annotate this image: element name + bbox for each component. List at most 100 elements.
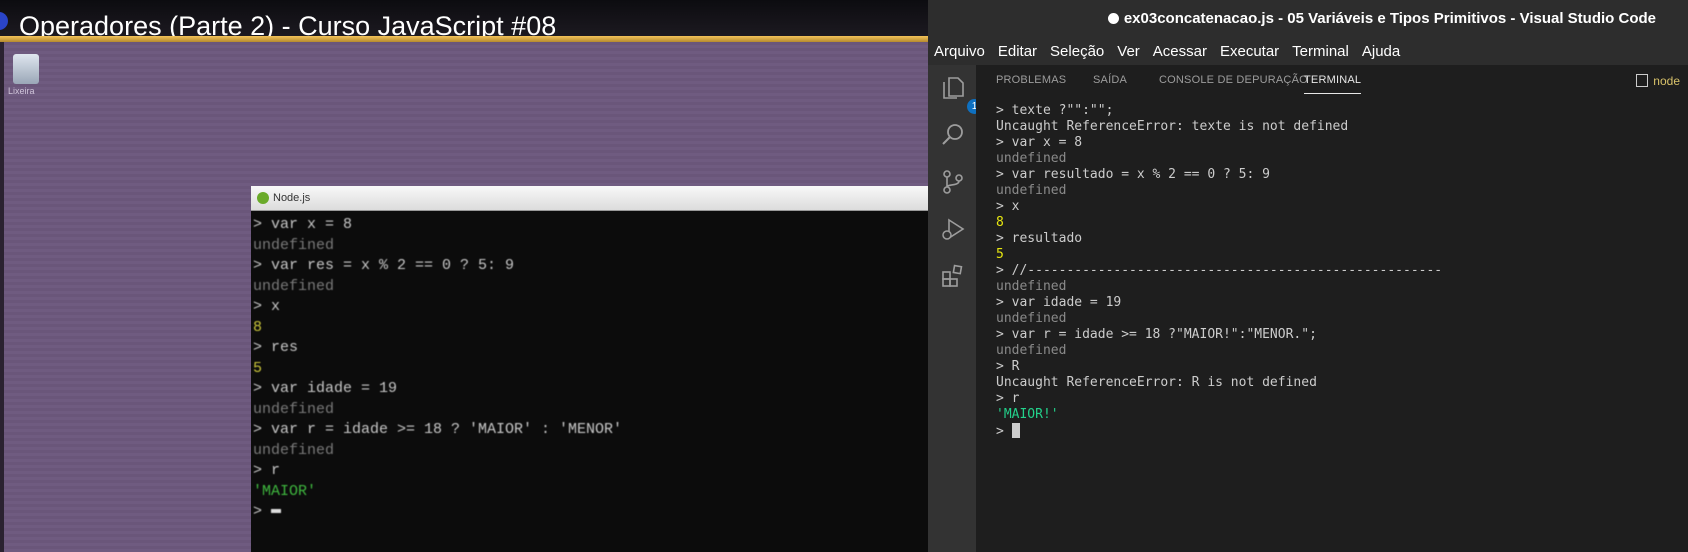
terminal-line: > texte ?"":""; [996, 103, 1442, 119]
terminal-output[interactable]: > texte ?"":""; Uncaught ReferenceError: … [996, 103, 1442, 439]
terminal-line: 5 [996, 247, 1442, 263]
recycle-bin-label: Lixeira [8, 86, 35, 96]
node-console-line-text: undefined [253, 441, 335, 459]
terminal-line: > [996, 423, 1442, 439]
files-icon[interactable]: 1 [940, 75, 982, 114]
terminal-line-text: > texte ?"":""; [996, 103, 1114, 118]
run-debug-icon[interactable] [940, 216, 966, 242]
terminal-line-text: > var idade = 19 [996, 295, 1122, 310]
terminal-line-text: Uncaught ReferenceError: R is not define… [996, 375, 1317, 390]
terminal-line-text: 8 [996, 215, 1004, 230]
node-console-line-text: > r [253, 462, 281, 479]
terminal-line: > var x = 8 [996, 135, 1442, 151]
terminal-line: > var r = idade >= 18 ?"MAIOR!":"MENOR."… [996, 327, 1442, 343]
terminal-line: > var resultado = x % 2 == 0 ? 5: 9 [996, 167, 1442, 183]
menu-ver[interactable]: Ver [1117, 43, 1140, 60]
node-console-window: Node.js > var x = 8 undefined > var res = … [251, 186, 928, 552]
node-console-line-text: undefined [253, 236, 335, 254]
vscode-titlebar: ex03concatenacao.js - 05 Variáveis e Tip… [928, 0, 1688, 38]
terminal-line: undefined [996, 311, 1442, 327]
terminal-line: > x [996, 199, 1442, 215]
unsaved-dot-icon [1107, 13, 1119, 24]
desktop-edge [0, 42, 4, 552]
terminal-line-text: > var x = 8 [996, 135, 1083, 150]
node-console-output: > var x = 8 undefined > var res = x % 2 ==… [251, 211, 928, 523]
activity-bar: 1 [928, 65, 982, 552]
node-console-line: 8 [253, 318, 928, 339]
node-console-line: undefined [253, 441, 928, 462]
node-console-line: > var idade = 19 [253, 379, 928, 400]
menu-terminal[interactable]: Terminal [1292, 43, 1349, 60]
node-console-line-text: undefined [253, 277, 335, 295]
terminal-line-text: undefined [996, 311, 1067, 326]
terminal-line-text: > var resultado = x % 2 == 0 ? 5: 9 [996, 167, 1270, 182]
search-icon[interactable] [940, 122, 966, 148]
terminal-line-text: undefined [996, 343, 1067, 358]
terminal-line-text: undefined [996, 151, 1067, 166]
vscode-window: ex03concatenacao.js - 05 Variáveis e Tip… [928, 0, 1688, 552]
terminal-line-text: undefined [996, 183, 1067, 198]
menu-acessar[interactable]: Acessar [1153, 43, 1207, 60]
node-console-line-text: > [253, 503, 272, 520]
node-console-line: > [253, 502, 928, 523]
window-title: ex03concatenacao.js - 05 Variáveis e Tip… [1107, 10, 1656, 27]
menu-editar[interactable]: Editar [998, 43, 1037, 60]
terminal-line-text: > //------------------------------------… [996, 263, 1443, 278]
menu-bar: Arquivo Editar Seleção Ver Acessar Execu… [928, 38, 1688, 65]
terminal-line: 'MAIOR!' [996, 407, 1442, 423]
node-console-line-text: undefined [253, 400, 335, 418]
terminal-line-text: > R [996, 359, 1020, 374]
terminal-line: undefined [996, 183, 1442, 199]
terminal-line: Uncaught ReferenceError: texte is not de… [996, 119, 1442, 135]
nodejs-icon [257, 192, 269, 204]
window-title-text: ex03concatenacao.js - 05 Variáveis e Tip… [1123, 10, 1656, 27]
terminal-line: > //------------------------------------… [996, 263, 1442, 279]
node-console-line-text: > var res = x % 2 == 0 ? 5: 9 [253, 257, 515, 274]
menu-selecao[interactable]: Seleção [1050, 43, 1104, 60]
terminal-line-text: > [996, 424, 1012, 439]
extensions-icon[interactable] [940, 263, 966, 289]
terminal-line-text: > x [996, 199, 1020, 214]
tab-problemas[interactable]: PROBLEMAS [996, 74, 1066, 86]
terminal-line: undefined [996, 279, 1442, 295]
cursor-icon [1011, 423, 1020, 438]
terminal-line: > R [996, 359, 1442, 375]
terminal-line: undefined [996, 343, 1442, 359]
terminal-instance-label: node [1653, 74, 1680, 88]
node-console-line: > var res = x % 2 == 0 ? 5: 9 [253, 256, 928, 277]
terminal-line-text: > resultado [996, 231, 1083, 246]
node-console-line-text: > var x = 8 [253, 216, 353, 233]
node-console-line: > var x = 8 [253, 215, 928, 236]
terminal-line: > r [996, 391, 1442, 407]
node-console-line-text: 5 [253, 359, 263, 377]
node-console-line-text: > x [253, 298, 281, 315]
terminal-instance-select[interactable]: node [1636, 74, 1680, 88]
node-console-line-text: > var idade = 19 [253, 380, 398, 397]
node-window-title: Node.js [273, 192, 311, 204]
terminal-line-text: undefined [996, 279, 1067, 294]
node-console-line: 5 [253, 359, 928, 380]
terminal-line-text: > r [996, 391, 1020, 406]
terminal-line: 8 [996, 215, 1442, 231]
terminal-line-text: 'MAIOR!' [996, 407, 1059, 422]
menu-arquivo[interactable]: Arquivo [934, 43, 985, 60]
terminal-line-text: Uncaught ReferenceError: texte is not de… [996, 119, 1349, 134]
menu-ajuda[interactable]: Ajuda [1362, 43, 1400, 60]
tab-terminal[interactable]: TERMINAL [1304, 74, 1362, 94]
terminal-line: Uncaught ReferenceError: R is not define… [996, 375, 1442, 391]
source-control-icon[interactable] [940, 169, 966, 195]
node-console-line-text: 'MAIOR' [253, 482, 317, 500]
terminal-line: > var idade = 19 [996, 295, 1442, 311]
terminal-panel: PROBLEMAS SAÍDA CONSOLE DE DEPURAÇÃO TER… [976, 65, 1688, 552]
terminal-line-text: > var r = idade >= 18 ?"MAIOR!":"MENOR."… [996, 327, 1317, 342]
video-frame: Operadores (Parte 2) - Curso JavaScript … [0, 0, 928, 552]
tab-saida[interactable]: SAÍDA [1093, 74, 1127, 86]
recycle-bin-icon: Lixeira [8, 50, 42, 96]
node-console-line-text: 8 [253, 318, 263, 336]
terminal-icon [1636, 74, 1649, 87]
node-window-titlebar: Node.js [251, 186, 928, 211]
menu-executar[interactable]: Executar [1220, 43, 1279, 60]
terminal-line: undefined [996, 151, 1442, 167]
tab-console-depuracao[interactable]: CONSOLE DE DEPURAÇÃO [1159, 74, 1308, 86]
node-console-line: > var r = idade >= 18 ? 'MAIOR' : 'MENOR… [253, 420, 928, 441]
